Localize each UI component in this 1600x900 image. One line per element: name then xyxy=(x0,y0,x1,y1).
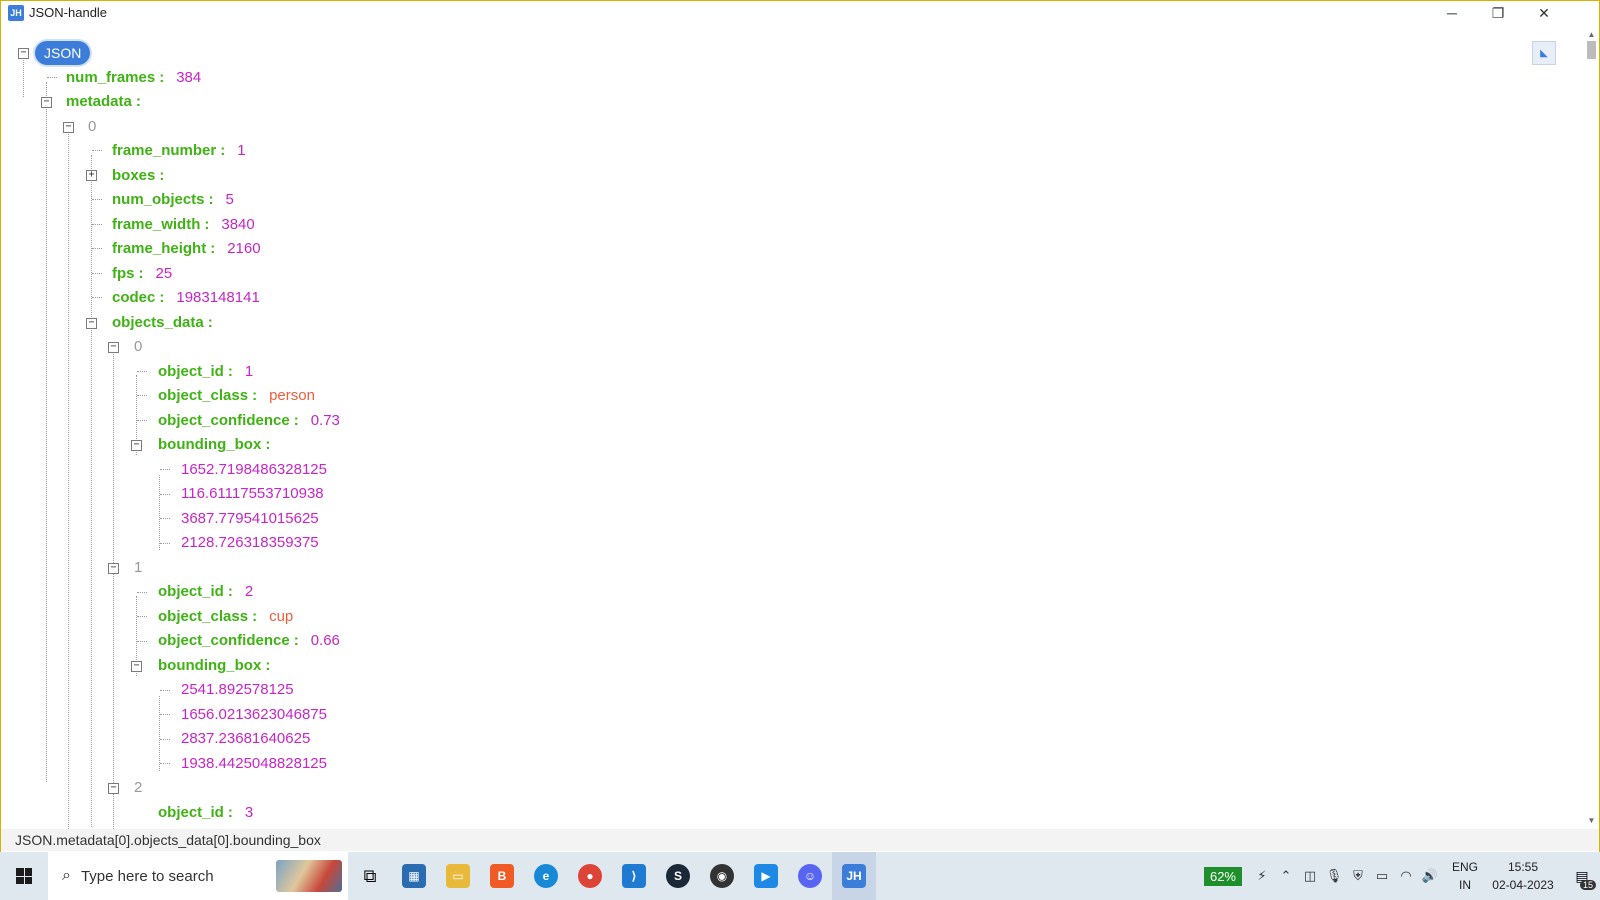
show-hidden-icons-chevron-icon[interactable]: ⌃ xyxy=(1274,868,1298,884)
expand-toggle-boxes[interactable]: + xyxy=(86,170,97,181)
scroll-thumb[interactable] xyxy=(1587,41,1596,59)
node-num-objects[interactable]: num_objects:5 xyxy=(112,188,234,210)
node-object-1-class[interactable]: object_class: cup xyxy=(158,605,293,627)
search-placeholder: Type here to search xyxy=(80,867,214,885)
collapse-toggle-object-0[interactable]: − xyxy=(108,342,119,353)
store-icon[interactable]: ▦ xyxy=(392,852,436,900)
node-codec[interactable]: codec:1983148141 xyxy=(112,286,260,308)
notification-count: 15 xyxy=(1579,880,1596,890)
collapse-toggle-metadata[interactable]: − xyxy=(41,97,52,108)
root-node[interactable]: JSON xyxy=(35,41,91,65)
app-window: JH JSON-handle ─ ❐ ✕ − − − + − − − − − −… xyxy=(0,0,1600,876)
json-tree: − − − + − − − − − − JSON num_frames:384 … xyxy=(1,25,1584,829)
start-button[interactable] xyxy=(0,852,48,900)
collapse-toggle-bbox-1[interactable]: − xyxy=(131,661,142,672)
node-metadata[interactable]: metadata: xyxy=(66,90,153,112)
node-objects-data[interactable]: objects_data: xyxy=(112,311,225,333)
edge-icon[interactable]: e xyxy=(524,852,568,900)
node-metadata-0[interactable]: 0 xyxy=(88,115,96,137)
node-object-1-confidence[interactable]: object_confidence:0.66 xyxy=(158,629,340,651)
node-frame-width[interactable]: frame_width:3840 xyxy=(112,213,255,235)
node-bbox-1-value[interactable]: 1656.0213623046875 xyxy=(181,703,327,725)
obs-icon[interactable]: ◉ xyxy=(700,852,744,900)
discord-icon[interactable]: ☺ xyxy=(788,852,832,900)
vscode-icon[interactable]: ⟩ xyxy=(612,852,656,900)
collapse-toggle-object-2[interactable]: − xyxy=(108,783,119,794)
system-tray: 62% ⚡ ⌃ ◫ 🎙 ⛨ ▭ ◠ 🔊 ENG IN 15:55 02-04-202… xyxy=(1203,852,1600,900)
node-object-0-id[interactable]: object_id:1 xyxy=(158,360,253,382)
camera-icon[interactable]: ◫ xyxy=(1298,868,1322,884)
node-object-0-class[interactable]: object_class: person xyxy=(158,384,315,406)
taskbar-search[interactable]: ⌕ Type here to search xyxy=(48,852,348,900)
brave-icon[interactable]: B xyxy=(480,852,524,900)
collapse-toggle-object-1[interactable]: − xyxy=(108,563,119,574)
json-handle-taskbar-icon[interactable]: JH xyxy=(832,852,876,900)
search-highlight-image xyxy=(276,860,342,892)
restore-button[interactable]: ❐ xyxy=(1475,1,1521,25)
node-object-1-bounding-box[interactable]: bounding_box: xyxy=(158,654,282,676)
node-bbox-1-value[interactable]: 1938.4425048828125 xyxy=(181,752,327,774)
toolbar-toggle-button[interactable]: ◣ xyxy=(1532,41,1556,65)
node-bbox-0-value[interactable]: 2128.726318359375 xyxy=(181,531,319,553)
node-frame-number[interactable]: frame_number:1 xyxy=(112,139,246,161)
status-bar-path: JSON.metadata[0].objects_data[0].boundin… xyxy=(1,829,1599,851)
node-object-1-id[interactable]: object_id:2 xyxy=(158,580,253,602)
scroll-down-arrow-icon[interactable]: ▼ xyxy=(1584,813,1599,827)
window-title: JSON-handle xyxy=(29,5,108,20)
chrome-icon[interactable]: ● xyxy=(568,852,612,900)
node-bbox-0-value[interactable]: 1652.7198486328125 xyxy=(181,458,327,480)
steam-icon[interactable]: S xyxy=(656,852,700,900)
node-bbox-1-value[interactable]: 2541.892578125 xyxy=(181,678,294,700)
node-object-0-bounding-box[interactable]: bounding_box: xyxy=(158,433,282,455)
node-frame-height[interactable]: frame_height:2160 xyxy=(112,237,261,259)
collapse-toggle-objects-data[interactable]: − xyxy=(86,318,97,329)
node-bbox-0-value[interactable]: 3687.779541015625 xyxy=(181,507,319,529)
taskbar: ⌕ Type here to search ⧉ ▦ ▭ B e ● ⟩ S ◉ … xyxy=(0,852,1600,900)
language-indicator[interactable]: ENG IN xyxy=(1448,858,1482,894)
close-button[interactable]: ✕ xyxy=(1521,1,1567,25)
scroll-up-arrow-icon[interactable]: ▲ xyxy=(1584,27,1599,41)
collapse-toggle-bbox-0[interactable]: − xyxy=(131,440,142,451)
windows-logo-icon xyxy=(16,868,32,884)
collapse-toggle-root[interactable]: − xyxy=(18,48,29,59)
microphone-icon[interactable]: 🎙 xyxy=(1322,868,1346,884)
battery-icon[interactable]: ▭ xyxy=(1370,868,1394,884)
collapse-toggle-metadata-0[interactable]: − xyxy=(63,122,74,133)
app-icon: JH xyxy=(8,5,24,21)
node-bbox-1-value[interactable]: 2837.23681640625 xyxy=(181,727,310,749)
media-player-icon[interactable]: ▶ xyxy=(744,852,788,900)
minimize-button[interactable]: ─ xyxy=(1429,1,1475,25)
plug-icon[interactable]: ⚡ xyxy=(1250,868,1274,884)
search-icon: ⌕ xyxy=(62,867,71,884)
node-object-0[interactable]: 0 xyxy=(134,335,142,357)
node-fps[interactable]: fps:25 xyxy=(112,262,172,284)
node-object-0-confidence[interactable]: object_confidence:0.73 xyxy=(158,409,340,431)
node-object-2-id[interactable]: object_id:3 xyxy=(158,801,253,823)
battery-indicator[interactable]: 62% xyxy=(1203,866,1242,886)
security-icon[interactable]: ⛨ xyxy=(1346,868,1370,884)
clock[interactable]: 15:55 02-04-2023 xyxy=(1488,858,1558,894)
vertical-scrollbar[interactable]: ▲ ▼ xyxy=(1584,25,1599,829)
task-view-icon[interactable]: ⧉ xyxy=(348,852,392,900)
wifi-icon[interactable]: ◠ xyxy=(1394,868,1418,884)
volume-icon[interactable]: 🔊 xyxy=(1418,868,1442,884)
node-object-1[interactable]: 1 xyxy=(134,556,142,578)
node-boxes[interactable]: boxes: xyxy=(112,164,176,186)
file-explorer-icon[interactable]: ▭ xyxy=(436,852,480,900)
node-num-frames[interactable]: num_frames:384 xyxy=(66,66,201,88)
title-bar[interactable]: JH JSON-handle ─ ❐ ✕ xyxy=(1,1,1599,25)
node-object-2[interactable]: 2 xyxy=(134,776,142,798)
notification-center-icon[interactable]: ▤ 15 xyxy=(1564,852,1600,900)
node-bbox-0-value[interactable]: 116.61117553710938 xyxy=(181,482,324,504)
